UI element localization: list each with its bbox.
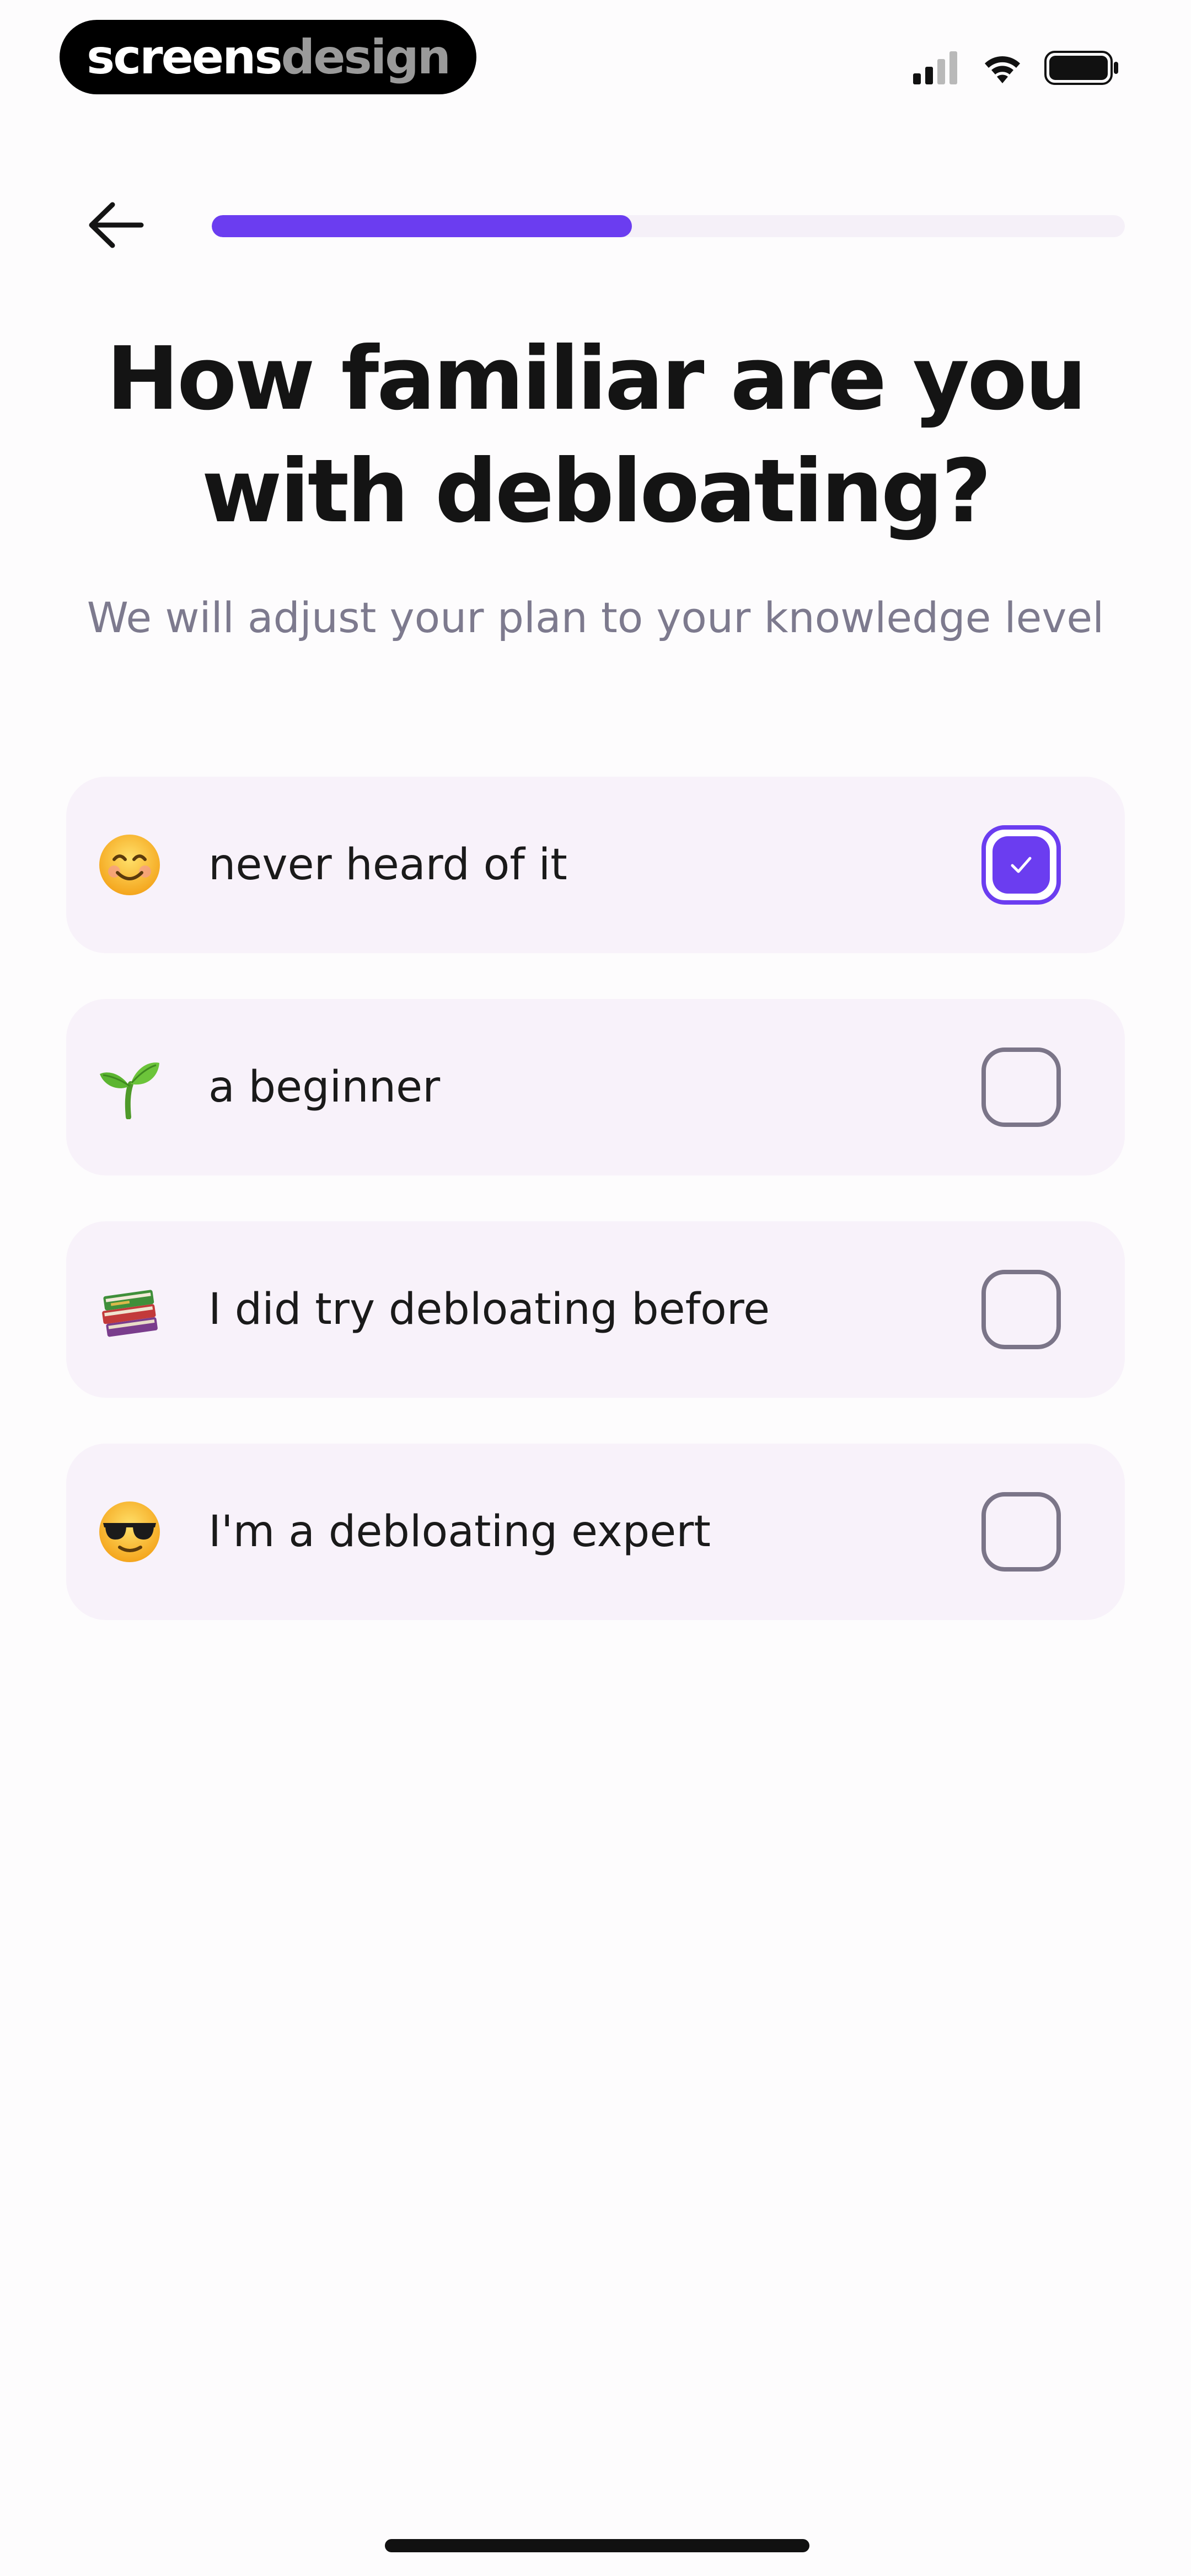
brand-badge: screens design [60, 20, 476, 94]
option-checkbox[interactable] [981, 1047, 1061, 1127]
option-label: I'm a debloating expert [208, 1507, 711, 1557]
option-label: I did try debloating before [208, 1285, 770, 1334]
smiling-face-icon [96, 832, 163, 898]
option-list: never heard of it a beginner I did try d… [66, 777, 1125, 1666]
option-label: never heard of it [208, 840, 567, 890]
battery-icon [1044, 51, 1119, 85]
checkmark-icon [993, 836, 1050, 894]
arrow-left-icon [87, 200, 144, 253]
option-checkbox[interactable] [981, 1270, 1061, 1349]
option-never-heard[interactable]: never heard of it [66, 777, 1125, 953]
page-title-line-1: How familiar are you [106, 328, 1087, 430]
page-subtitle: We will adjust your plan to your knowled… [87, 593, 1104, 642]
home-indicator [385, 2539, 809, 2552]
option-tried-before[interactable]: I did try debloating before [66, 1221, 1125, 1398]
wifi-icon [980, 51, 1024, 84]
option-beginner[interactable]: a beginner [66, 999, 1125, 1175]
progress-bar [212, 215, 1125, 237]
option-label: a beginner [208, 1062, 441, 1112]
cellular-signal-icon [913, 51, 961, 84]
status-icons [913, 49, 1119, 87]
brand-text-secondary: design [281, 29, 451, 85]
brand-text-primary: screens [87, 29, 283, 85]
back-button[interactable] [83, 196, 149, 256]
option-checkbox[interactable] [981, 825, 1061, 905]
progress-fill [212, 215, 632, 237]
seedling-icon [96, 1054, 163, 1120]
sunglasses-face-icon [96, 1499, 163, 1565]
option-expert[interactable]: I'm a debloating expert [66, 1444, 1125, 1620]
books-icon [96, 1276, 163, 1343]
option-checkbox[interactable] [981, 1492, 1061, 1572]
page-title-line-2: with debloating? [201, 441, 992, 542]
page-title: How familiar are you with debloating? [0, 323, 1191, 548]
